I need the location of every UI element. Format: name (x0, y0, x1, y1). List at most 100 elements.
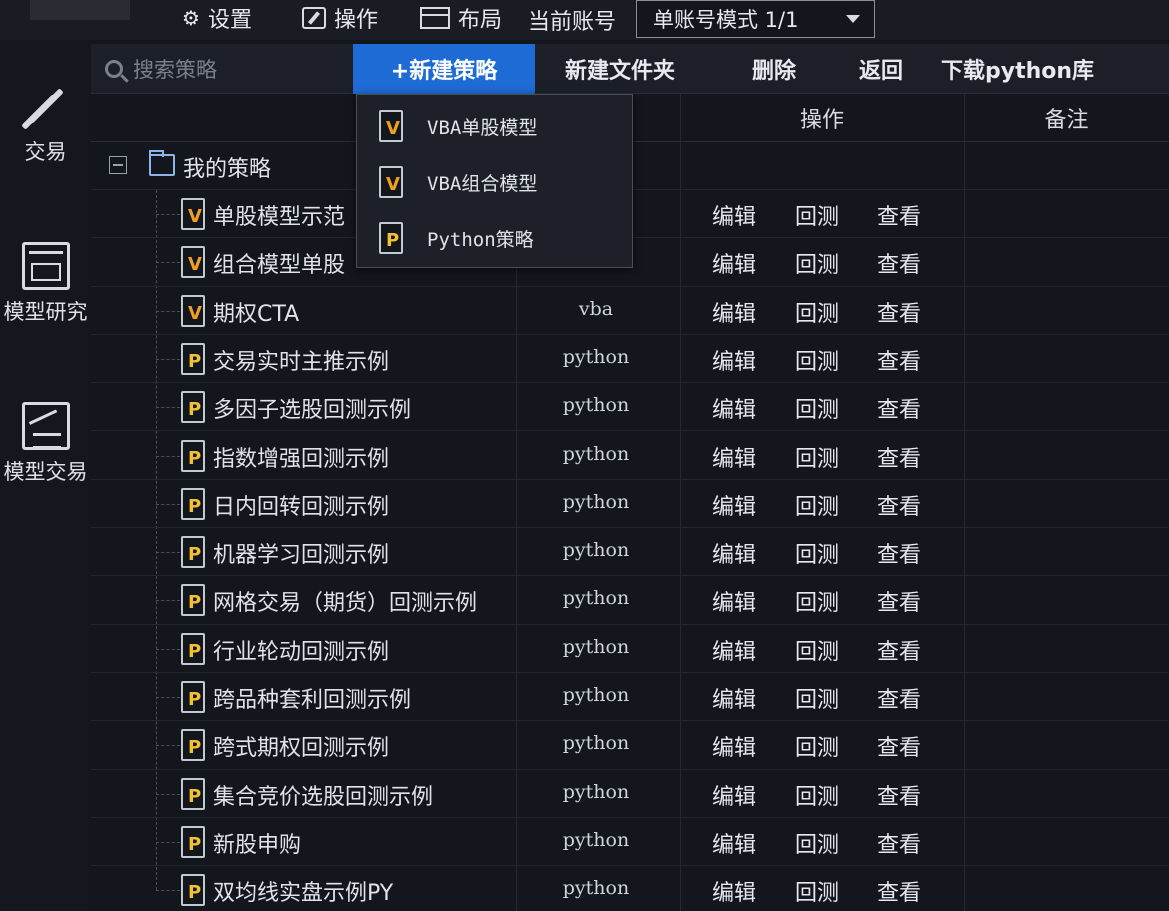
tree-branch-line (156, 600, 180, 602)
table-row[interactable]: P 交易实时主推示例 python 编辑 回测 查看 (91, 335, 1169, 384)
table-row[interactable]: P 集合竞价选股回测示例 python 编辑 回测 查看 (91, 770, 1169, 818)
edit-link[interactable]: 编辑 (712, 489, 756, 521)
edit-link[interactable]: 编辑 (712, 682, 756, 714)
view-link[interactable]: 查看 (877, 296, 921, 328)
layout-icon (420, 7, 450, 29)
menu-layout[interactable]: 布局 (420, 4, 502, 33)
dropdown-item-vba-single[interactable]: V VBA单股模型 (357, 98, 632, 154)
python-file-icon: P (181, 874, 205, 907)
view-link[interactable]: 查看 (877, 634, 921, 666)
vba-file-icon: V (181, 246, 205, 279)
sidebar-item-trade[interactable]: 交易 (0, 82, 91, 166)
backtest-link[interactable]: 回测 (795, 875, 839, 907)
search-input[interactable]: 搜索策略 (105, 52, 345, 86)
dropdown-item-vba-portfolio[interactable]: V VBA组合模型 (357, 154, 632, 210)
edit-link[interactable]: 编辑 (712, 344, 756, 376)
delete-button[interactable]: 删除 (752, 44, 796, 94)
menu-operation[interactable]: 操作 (302, 4, 378, 33)
view-link[interactable]: 查看 (877, 537, 921, 569)
strategy-language: python (562, 877, 630, 900)
edit-link[interactable]: 编辑 (712, 634, 756, 666)
backtest-link[interactable]: 回测 (795, 682, 839, 714)
backtest-link[interactable]: 回测 (795, 537, 839, 569)
view-link[interactable]: 查看 (877, 344, 921, 376)
new-strategy-dropdown: V VBA单股模型 V VBA组合模型 P Python策略 (356, 94, 633, 268)
view-link[interactable]: 查看 (877, 247, 921, 279)
backtest-link[interactable]: 回测 (795, 489, 839, 521)
edit-link[interactable]: 编辑 (712, 827, 756, 859)
view-link[interactable]: 查看 (877, 682, 921, 714)
backtest-link[interactable]: 回测 (795, 441, 839, 473)
edit-link[interactable]: 编辑 (712, 441, 756, 473)
sidebar-item-model-research[interactable]: 模型研究 (0, 242, 91, 326)
edit-link[interactable]: 编辑 (712, 247, 756, 279)
table-row[interactable]: P 行业轮动回测示例 python 编辑 回测 查看 (91, 625, 1169, 673)
table-row[interactable]: V 期权CTA vba 编辑 回测 查看 (91, 287, 1169, 335)
python-file-icon: P (181, 777, 205, 810)
strategy-language: python (562, 587, 630, 610)
edit-link[interactable]: 编辑 (712, 392, 756, 424)
edit-link[interactable]: 编辑 (712, 779, 756, 811)
backtest-link[interactable]: 回测 (795, 779, 839, 811)
table-row[interactable]: P 跨式期权回测示例 python 编辑 回测 查看 (91, 721, 1169, 770)
strategy-name: 行业轮动回测示例 (213, 639, 390, 665)
edit-link[interactable]: 编辑 (712, 730, 756, 762)
tree-branch-line (156, 648, 180, 650)
backtest-link[interactable]: 回测 (795, 344, 839, 376)
sidebar-item-label: 交易 (24, 140, 67, 164)
edit-link[interactable]: 编辑 (712, 199, 756, 231)
tree-branch-line (156, 358, 180, 360)
search-placeholder: 搜索策略 (133, 58, 217, 82)
view-link[interactable]: 查看 (877, 730, 921, 762)
edit-link[interactable]: 编辑 (712, 875, 756, 907)
new-folder-button[interactable]: 新建文件夹 (565, 44, 675, 94)
strategy-name: 跨品种套利回测示例 (213, 688, 412, 713)
backtest-link[interactable]: 回测 (795, 199, 839, 231)
table-row[interactable]: P 网格交易（期货）回测示例 python 编辑 回测 查看 (91, 576, 1169, 625)
table-row[interactable]: P 机器学习回测示例 python 编辑 回测 查看 (91, 528, 1169, 577)
edit-link[interactable]: 编辑 (712, 296, 756, 328)
view-link[interactable]: 查看 (877, 875, 921, 907)
account-mode-select[interactable]: 单账号模式 1/1 (636, 0, 875, 38)
edit-link[interactable]: 编辑 (712, 585, 756, 617)
table-row[interactable]: P 跨品种套利回测示例 python 编辑 回测 查看 (91, 673, 1169, 722)
menu-settings[interactable]: ⚙ 设置 (182, 4, 252, 33)
backtest-link[interactable]: 回测 (795, 634, 839, 666)
strategy-name: 新股申购 (213, 832, 302, 858)
view-link[interactable]: 查看 (877, 199, 921, 231)
view-link[interactable]: 查看 (877, 585, 921, 617)
trade-icon (22, 82, 70, 130)
table-row[interactable]: P 日内回转回测示例 python 编辑 回测 查看 (91, 480, 1169, 529)
table-row[interactable]: P 新股申购 python 编辑 回测 查看 (91, 818, 1169, 867)
backtest-link[interactable]: 回测 (795, 585, 839, 617)
view-link[interactable]: 查看 (877, 441, 921, 473)
view-link[interactable]: 查看 (877, 392, 921, 424)
view-link[interactable]: 查看 (877, 827, 921, 859)
dropdown-item-python[interactable]: P Python策略 (357, 210, 632, 266)
sidebar-item-model-trade[interactable]: 模型交易 (0, 402, 91, 486)
header-note: 备注 (1044, 108, 1089, 133)
back-button[interactable]: 返回 (859, 44, 903, 94)
download-python-button[interactable]: 下载python库 (941, 44, 1094, 94)
table-row[interactable]: P 多因子选股回测示例 python 编辑 回测 查看 (91, 383, 1169, 432)
table-row[interactable]: P 双均线实盘示例PY python 编辑 回测 查看 (91, 866, 1169, 911)
backtest-link[interactable]: 回测 (795, 392, 839, 424)
backtest-link[interactable]: 回测 (795, 247, 839, 279)
tree-branch-line (156, 552, 180, 554)
view-link[interactable]: 查看 (877, 489, 921, 521)
backtest-link[interactable]: 回测 (795, 730, 839, 762)
backtest-link[interactable]: 回测 (795, 827, 839, 859)
strategy-name: 组合模型单股 (213, 253, 346, 279)
chart-window-icon (21, 242, 70, 290)
gear-icon: ⚙ (182, 6, 200, 30)
new-strategy-button[interactable]: +新建策略 (353, 44, 535, 94)
strategy-name: 双均线实盘示例PY (213, 881, 394, 907)
tree-branch-line (156, 890, 180, 892)
backtest-link[interactable]: 回测 (795, 296, 839, 328)
folder-label: 我的策略 (183, 157, 272, 182)
table-row[interactable]: P 指数增强回测示例 python 编辑 回测 查看 (91, 432, 1169, 480)
view-link[interactable]: 查看 (877, 779, 921, 811)
python-file-icon: P (181, 632, 205, 665)
collapse-icon[interactable] (109, 156, 127, 174)
edit-link[interactable]: 编辑 (712, 537, 756, 569)
